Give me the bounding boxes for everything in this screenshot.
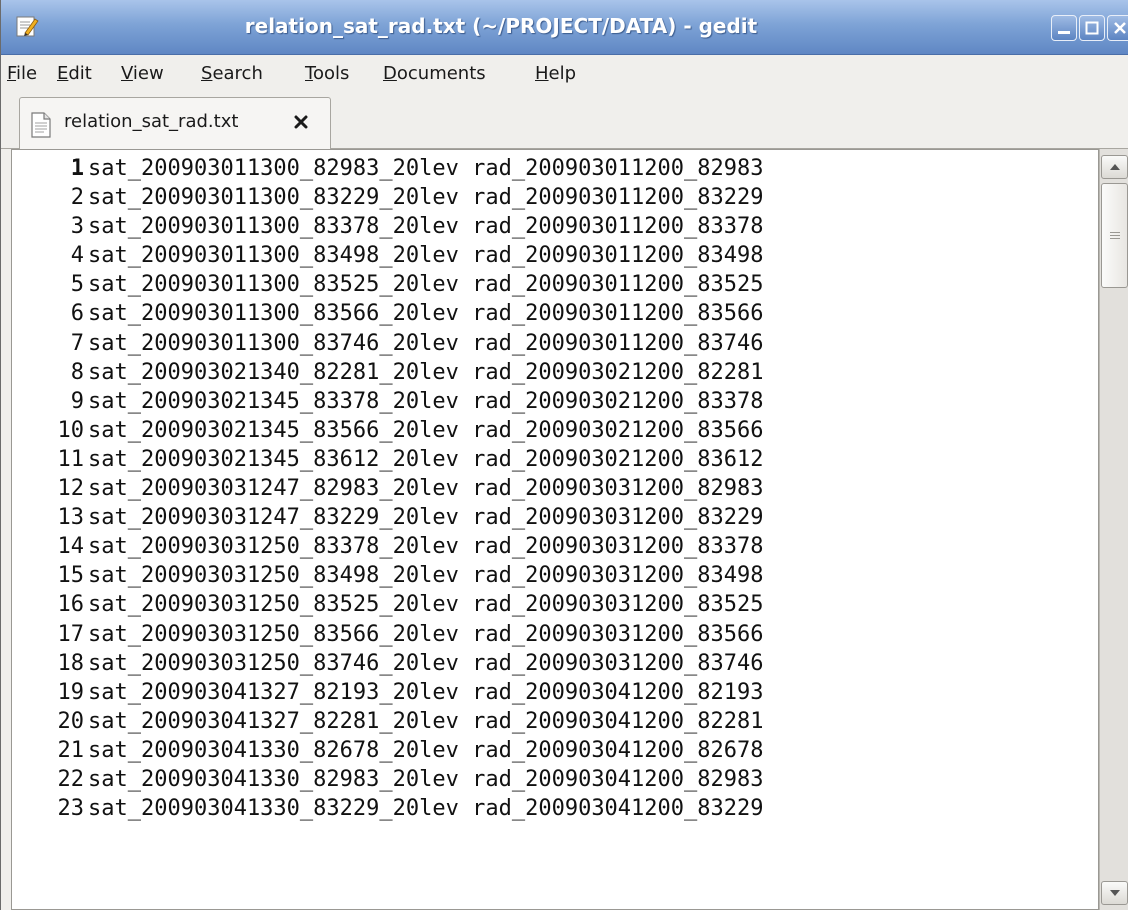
editor-line[interactable]: 15 sat_200903031250_83498_20lev rad_20090… [12,561,1098,590]
menu-documents[interactable]: Documents [383,63,486,84]
line-number: 13 [57,505,85,531]
line-text: sat_200903041330_83229_20lev rad_2009030… [88,796,764,822]
tab-label: relation_sat_rad.txt [64,111,239,132]
line-text: sat_200903011300_83498_20lev rad_2009030… [88,243,764,269]
minimize-icon [1058,31,1070,34]
close-icon [1114,22,1126,34]
line-number: 19 [57,679,85,705]
menu-edit[interactable]: Edit [57,63,92,84]
line-number: 1 [70,156,84,181]
tab-relation-sat-rad[interactable]: relation_sat_rad.txt [19,97,331,149]
line-number: 10 [57,417,85,443]
line-text: sat_200903041330_82983_20lev rad_2009030… [88,766,764,792]
line-text: sat_200903011300_83525_20lev rad_2009030… [88,272,764,298]
text-file-icon [30,112,52,142]
editor-line[interactable]: 11 sat_200903021345_83612_20lev rad_20090… [12,445,1098,474]
menu-help[interactable]: Help [535,63,576,84]
editor-line[interactable]: 16 sat_200903031250_83525_20lev rad_20090… [12,590,1098,619]
line-text: sat_200903021340_82281_20lev rad_2009030… [88,359,764,385]
editor-line[interactable]: 13 sat_200903031247_83229_20lev rad_20090… [12,503,1098,532]
line-text: sat_200903031247_83229_20lev rad_2009030… [88,505,764,531]
vertical-scrollbar[interactable] [1099,149,1128,910]
editor-line[interactable]: 22 sat_200903041330_82983_20lev rad_20090… [12,765,1098,794]
editor-line[interactable]: 7 sat_200903011300_83746_20lev rad_200903… [12,329,1098,358]
line-text: sat_200903011300_83229_20lev rad_2009030… [88,185,764,211]
line-number: 22 [57,766,85,792]
gedit-window: relation_sat_rad.txt (~/PROJECT/DATA) - … [0,0,1128,910]
editor-line[interactable]: 20 sat_200903041327_82281_20lev rad_20090… [12,707,1098,736]
line-text: sat_200903021345_83566_20lev rad_2009030… [88,417,764,443]
line-text: sat_200903031250_83746_20lev rad_2009030… [88,650,764,676]
line-text: sat_200903031250_83498_20lev rad_2009030… [88,563,764,589]
scroll-up-button[interactable] [1101,155,1128,179]
editor-line[interactable]: 4 sat_200903011300_83498_20lev rad_200903… [12,241,1098,270]
line-number: 15 [57,563,85,589]
close-window-button[interactable] [1107,15,1128,41]
line-text: sat_200903031250_83566_20lev rad_2009030… [88,621,764,647]
editor-line[interactable]: 14 sat_200903031250_83378_20lev rad_20090… [12,532,1098,561]
menu-view[interactable]: View [121,63,164,84]
menu-tools[interactable]: Tools [305,63,349,84]
minimize-button[interactable] [1051,15,1077,41]
editor-line[interactable]: 2 sat_200903011300_83229_20lev rad_200903… [12,183,1098,212]
line-text: sat_200903011300_83746_20lev rad_2009030… [88,330,764,356]
line-number: 14 [57,534,85,560]
arrow-down-icon [1110,890,1120,896]
line-text: sat_200903031247_82983_20lev rad_2009030… [88,476,764,502]
line-text: sat_200903041327_82281_20lev rad_2009030… [88,708,764,734]
document-tabs: relation_sat_rad.txt [1,93,1128,149]
line-text: sat_200903021345_83378_20lev rad_2009030… [88,388,764,414]
editor-lines: 1 sat_200903011300_82983_20lev rad_200903… [12,154,1098,823]
editor-line[interactable]: 18 sat_200903031250_83746_20lev rad_20090… [12,649,1098,678]
line-number: 7 [70,330,84,356]
scrollbar-thumb[interactable] [1101,183,1128,288]
line-number: 5 [70,272,84,298]
editor-line[interactable]: 5 sat_200903011300_83525_20lev rad_200903… [12,270,1098,299]
editor-line[interactable]: 17 sat_200903031250_83566_20lev rad_20090… [12,620,1098,649]
editor-line[interactable]: 10 sat_200903021345_83566_20lev rad_20090… [12,416,1098,445]
line-text: sat_200903031250_83525_20lev rad_2009030… [88,592,764,618]
line-text: sat_200903031250_83378_20lev rad_2009030… [88,534,764,560]
line-number: 20 [57,708,85,734]
line-number: 21 [57,737,85,763]
text-editor[interactable]: 1 sat_200903011300_82983_20lev rad_200903… [11,149,1099,910]
editor-line[interactable]: 21 sat_200903041330_82678_20lev rad_20090… [12,736,1098,765]
editor-line[interactable]: 3 sat_200903011300_83378_20lev rad_200903… [12,212,1098,241]
line-number: 11 [57,446,85,472]
line-number: 17 [57,621,85,647]
line-number: 4 [70,243,84,269]
line-text: sat_200903011300_83566_20lev rad_2009030… [88,301,764,327]
line-number: 3 [70,214,84,240]
editor-line[interactable]: 9 sat_200903021345_83378_20lev rad_200903… [12,387,1098,416]
line-text: sat_200903041327_82193_20lev rad_2009030… [88,679,764,705]
editor-line[interactable]: 8 sat_200903021340_82281_20lev rad_200903… [12,358,1098,387]
line-number: 9 [70,388,84,414]
line-number: 23 [57,796,85,822]
line-text: sat_200903021345_83612_20lev rad_2009030… [88,446,764,472]
line-number: 18 [57,650,85,676]
line-number: 2 [70,185,84,211]
menu-bar: File Edit View Search Tools Documents He… [1,55,1128,93]
editor-line[interactable]: 19 sat_200903041327_82193_20lev rad_20090… [12,678,1098,707]
window-title: relation_sat_rad.txt (~/PROJECT/DATA) - … [244,14,758,38]
maximize-button[interactable] [1079,15,1105,41]
menu-search[interactable]: Search [201,63,263,84]
scroll-down-button[interactable] [1101,881,1128,905]
editor-line[interactable]: 23 sat_200903041330_83229_20lev rad_20090… [12,794,1098,823]
editor-line[interactable]: 12 sat_200903031247_82983_20lev rad_20090… [12,474,1098,503]
editor-line[interactable]: 6 sat_200903011300_83566_20lev rad_200903… [12,299,1098,328]
line-text: sat_200903011300_82983_20lev rad_2009030… [88,156,764,181]
menu-file[interactable]: File [7,63,37,84]
editor-line[interactable]: 1 sat_200903011300_82983_20lev rad_200903… [12,154,1098,183]
line-text: sat_200903041330_82678_20lev rad_2009030… [88,737,764,763]
line-number: 6 [70,301,84,327]
maximize-icon [1085,21,1099,35]
title-bar[interactable]: relation_sat_rad.txt (~/PROJECT/DATA) - … [1,0,1128,55]
close-tab-icon[interactable] [288,108,316,136]
line-number: 8 [70,359,84,385]
line-number: 12 [57,476,85,502]
arrow-up-icon [1110,164,1120,170]
line-number: 16 [57,592,85,618]
line-text: sat_200903011300_83378_20lev rad_2009030… [88,214,764,240]
